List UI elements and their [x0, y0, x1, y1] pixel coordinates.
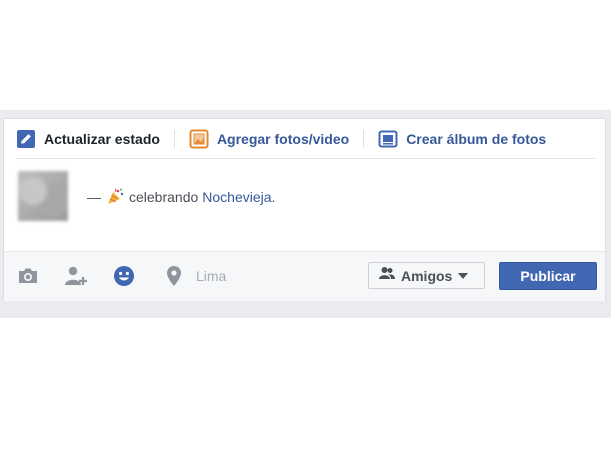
photo-icon [189, 129, 209, 149]
tab-divider [173, 129, 175, 148]
audience-label: Amigos [401, 267, 453, 284]
status-dash: — [87, 189, 101, 205]
composer-footer: Lima Amigos Publicar [4, 251, 605, 301]
status-period: . [271, 189, 276, 205]
status-activity: celebrando [129, 189, 199, 205]
tab-divider [363, 129, 365, 148]
party-popper-icon [105, 187, 125, 207]
tag-friends-icon[interactable] [64, 265, 88, 287]
camera-icon[interactable] [16, 265, 40, 287]
tab-update-status[interactable]: Actualizar estado [16, 119, 160, 158]
audience-selector[interactable]: Amigos [368, 262, 485, 289]
composer-tabs: Actualizar estado Agregar fotos/video Cr… [16, 119, 596, 159]
status-event-link[interactable]: Nochevieja [202, 189, 271, 205]
status-text[interactable]: — celebrando Nochevieja . [87, 187, 275, 207]
feeling-icon[interactable] [112, 265, 136, 287]
composer-body[interactable]: — celebrando Nochevieja . [18, 171, 578, 223]
tab-create-album[interactable]: Crear álbum de fotos [378, 119, 546, 158]
tab-add-photos[interactable]: Agregar fotos/video [189, 119, 349, 158]
tab-add-photos-label: Agregar fotos/video [216, 130, 350, 147]
chevron-down-icon [458, 272, 469, 279]
tab-create-album-label: Crear álbum de fotos [406, 130, 547, 147]
location-input[interactable]: Lima [196, 268, 226, 284]
tab-update-status-label: Actualizar estado [44, 130, 160, 147]
album-icon [378, 129, 398, 149]
friends-icon [379, 266, 395, 285]
publish-button[interactable]: Publicar [499, 262, 597, 290]
status-composer: Actualizar estado Agregar fotos/video Cr… [3, 118, 606, 301]
avatar [18, 171, 68, 221]
pencil-icon [16, 129, 36, 149]
location-icon[interactable] [162, 265, 186, 287]
